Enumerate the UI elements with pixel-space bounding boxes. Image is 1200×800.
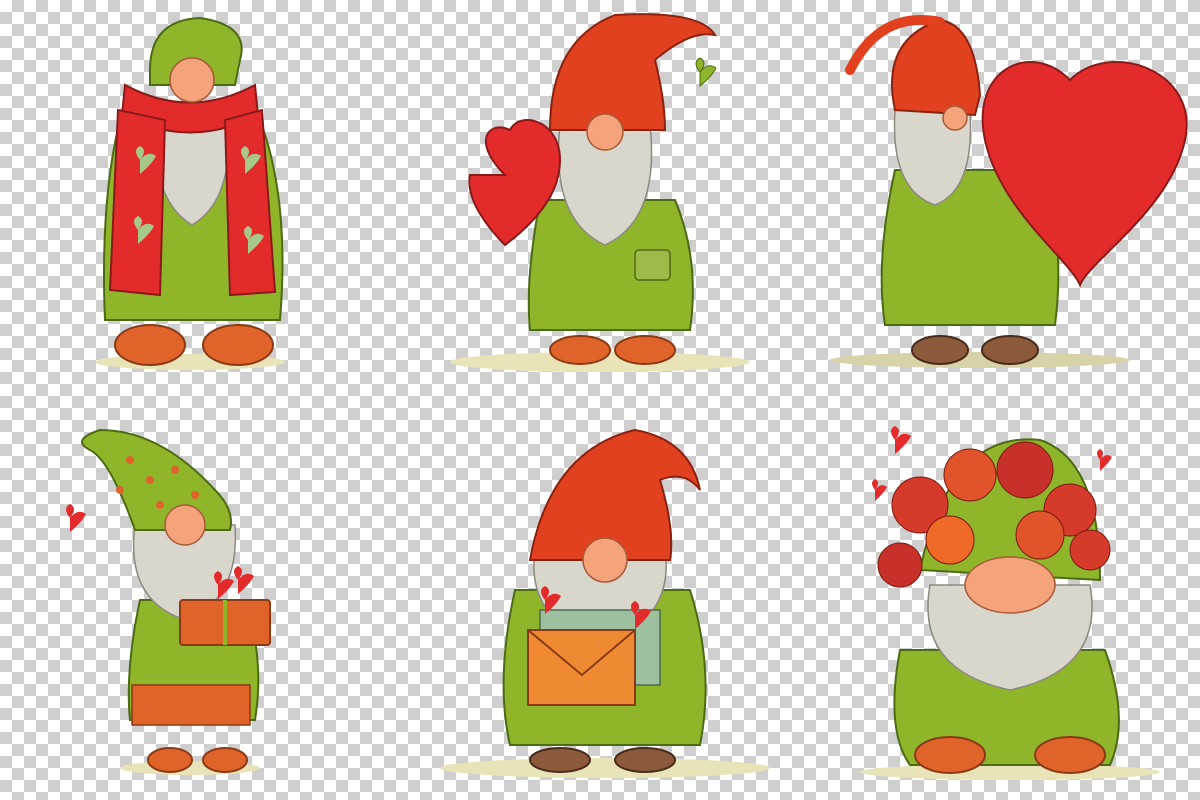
rose-icon bbox=[925, 515, 975, 565]
gnome-3 bbox=[800, 0, 1200, 400]
gnome-4-illustration bbox=[66, 428, 271, 775]
gnome-2 bbox=[400, 0, 800, 400]
left-boot bbox=[911, 335, 969, 365]
right-boot bbox=[614, 747, 676, 773]
envelope-icon bbox=[527, 629, 636, 706]
gnome-1 bbox=[0, 0, 400, 400]
heart-icon bbox=[234, 566, 254, 594]
gnome-6-illustration bbox=[860, 426, 1160, 780]
left-boot bbox=[147, 747, 193, 773]
right-boot bbox=[1034, 736, 1106, 774]
ground-shadow bbox=[440, 758, 770, 778]
right-boot bbox=[202, 324, 274, 366]
floating-heart-icon bbox=[891, 426, 911, 454]
right-boot bbox=[981, 335, 1039, 365]
gnome-3-illustration bbox=[830, 15, 1188, 368]
left-boot bbox=[529, 747, 591, 773]
nose bbox=[586, 113, 624, 151]
nose bbox=[164, 504, 206, 546]
floating-heart-icon bbox=[1097, 449, 1112, 471]
hanging-heart-icon bbox=[695, 57, 717, 88]
rose-icon bbox=[996, 441, 1054, 499]
scarf-right-tail bbox=[223, 108, 277, 297]
left-boot bbox=[914, 736, 986, 774]
gnome-2-illustration bbox=[450, 13, 750, 372]
gnome-illustration-grid bbox=[0, 0, 1200, 800]
rose-icon bbox=[943, 448, 997, 502]
nose bbox=[942, 105, 968, 131]
right-boot bbox=[202, 747, 248, 773]
left-boot bbox=[114, 324, 186, 366]
nose bbox=[169, 57, 215, 103]
gnome-4 bbox=[0, 400, 400, 800]
rose-icon bbox=[877, 542, 923, 588]
right-boot bbox=[614, 335, 676, 365]
hat bbox=[891, 18, 982, 117]
pocket-bag bbox=[634, 249, 671, 281]
left-boot bbox=[549, 335, 611, 365]
hat bbox=[81, 428, 232, 531]
scarf-left-tail bbox=[108, 108, 167, 297]
gnome-6 bbox=[800, 400, 1200, 800]
ground-shadow bbox=[830, 352, 1130, 368]
floating-heart-icon bbox=[66, 504, 86, 532]
gnome-1-illustration bbox=[95, 16, 285, 370]
nose bbox=[964, 556, 1056, 614]
ground-shadow bbox=[860, 764, 1160, 780]
gnome-5-illustration bbox=[440, 428, 770, 778]
gnome-5 bbox=[400, 400, 800, 800]
hat bbox=[548, 13, 718, 131]
rose-icon bbox=[1069, 529, 1111, 571]
rose-icon bbox=[1015, 510, 1065, 560]
nose bbox=[582, 537, 628, 583]
striped-skirt bbox=[131, 684, 251, 726]
floating-heart-icon bbox=[872, 479, 887, 501]
